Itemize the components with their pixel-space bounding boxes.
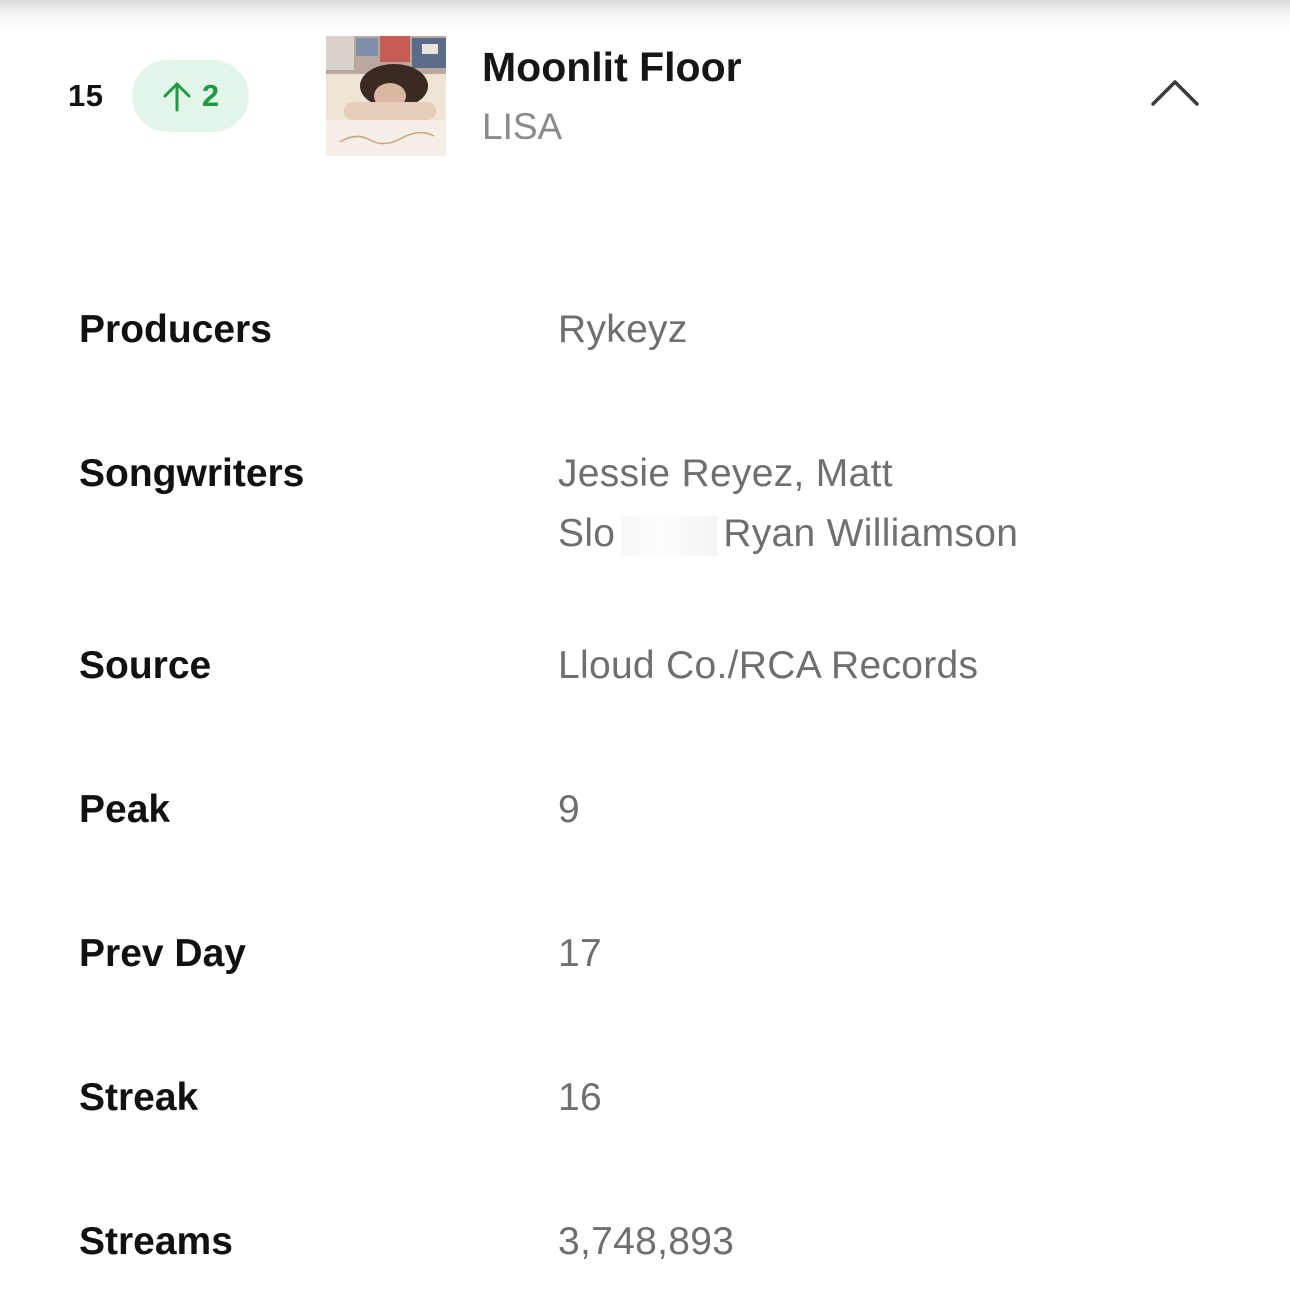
source-label: Source	[79, 644, 212, 687]
songwriters-line-1: Jessie Reyez, Matt	[558, 452, 893, 495]
peak-label: Peak	[79, 788, 171, 831]
track-header-row[interactable]: 15 2 Moonlit Floor LISA	[0, 0, 1290, 180]
prev-day-value: 17	[558, 932, 602, 975]
chevron-up-icon	[1151, 80, 1199, 106]
rank-change-badge: 2	[132, 60, 249, 132]
chart-entry-page: 15 2 Moonlit Floor LISA Producers Rykeyz…	[0, 0, 1290, 1301]
songwriters-line-2: Slo Ryan Williamson	[558, 504, 1018, 564]
streak-value: 16	[558, 1076, 602, 1119]
artist-name[interactable]: LISA	[482, 106, 562, 148]
songwriters-label: Songwriters	[79, 452, 305, 495]
peak-value: 9	[558, 788, 580, 831]
streak-label: Streak	[79, 1076, 199, 1119]
rank-number: 15	[68, 78, 104, 113]
album-cover-image	[326, 36, 446, 156]
collapse-button[interactable]	[1145, 70, 1205, 120]
prev-day-label: Prev Day	[79, 932, 246, 975]
songwriters-value: Jessie Reyez, Matt Slo Ryan Williamson	[558, 444, 1018, 564]
album-cover	[326, 36, 446, 156]
arrow-up-icon	[163, 82, 191, 112]
producers-label: Producers	[79, 308, 272, 351]
song-title: Moonlit Floor	[482, 44, 742, 90]
songwriters-line-2-start: Slo	[558, 512, 616, 555]
source-value: Lloud Co./RCA Records	[558, 644, 979, 687]
redacted-region	[621, 515, 718, 556]
songwriters-line-2-end: Ryan Williamson	[723, 512, 1019, 555]
producers-value: Rykeyz	[558, 308, 688, 351]
streams-label: Streams	[79, 1220, 233, 1263]
rank-change-value: 2	[201, 78, 220, 113]
streams-value: 3,748,893	[558, 1220, 735, 1263]
